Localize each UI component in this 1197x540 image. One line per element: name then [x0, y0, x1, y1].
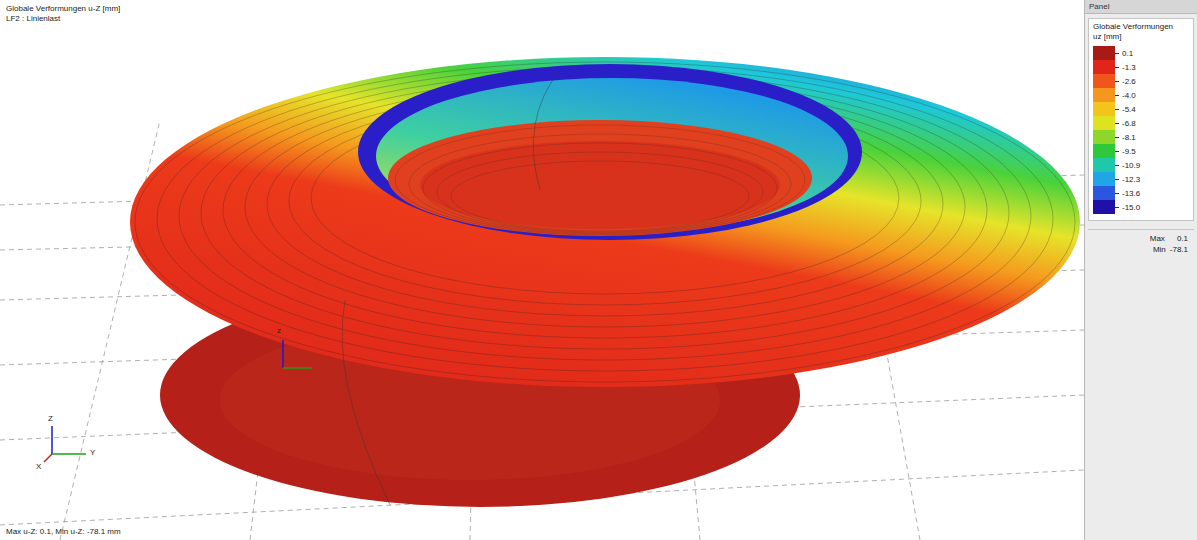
max-row: Max 0.1 — [1094, 234, 1188, 243]
viewport-footer: Max u-Z: 0.1, Min u-Z: -78.1 mm — [0, 527, 1084, 540]
scale-tick — [1115, 81, 1119, 82]
scale-tick — [1115, 109, 1119, 110]
scale-swatch — [1093, 60, 1115, 74]
scale-tick — [1115, 165, 1119, 166]
scale-value: -1.3 — [1122, 63, 1136, 72]
min-value: -78.1 — [1170, 245, 1188, 254]
scale-tick — [1115, 67, 1119, 68]
load-case-label: LF2 : Linienlast — [6, 14, 1078, 24]
scale-row: -9.5 — [1093, 144, 1189, 158]
scale-row: -10.9 — [1093, 158, 1189, 172]
scale-value: -6.8 — [1122, 119, 1136, 128]
scale-value: 0.1 — [1122, 49, 1133, 58]
result-title: Globale Verformungen u-Z [mm] — [6, 4, 1078, 14]
scale-row: -8.1 — [1093, 130, 1189, 144]
scale-value: -10.9 — [1122, 161, 1140, 170]
scale-value: -2.6 — [1122, 77, 1136, 86]
model-axis-label: z — [277, 326, 281, 335]
scale-tick — [1115, 207, 1119, 208]
scale-row: -4.0 — [1093, 88, 1189, 102]
scale-tick — [1115, 179, 1119, 180]
color-scale: 0.1 -1.3 -2.6 -4.0 -5.4 -6.8 -8.1 -9.5 -10.9 -12.… — [1093, 46, 1189, 214]
scale-row: -15.0 — [1093, 200, 1189, 214]
scale-value: -8.1 — [1122, 133, 1136, 142]
scale-tick — [1115, 95, 1119, 96]
scale-swatch — [1093, 158, 1115, 172]
scale-swatch — [1093, 116, 1115, 130]
scale-swatch — [1093, 200, 1115, 214]
scale-swatch — [1093, 102, 1115, 116]
scale-tick — [1115, 53, 1119, 54]
scale-row: -6.8 — [1093, 116, 1189, 130]
panel-title: Panel — [1085, 0, 1197, 14]
scale-value: -9.5 — [1122, 147, 1136, 156]
scale-tick — [1115, 193, 1119, 194]
scale-row: -5.4 — [1093, 102, 1189, 116]
scale-swatch — [1093, 74, 1115, 88]
legend-unit: uz [mm] — [1093, 32, 1189, 42]
color-legend: Globale Verformungenuz [mm] 0.1 -1.3 -2.6 -4… — [1088, 18, 1194, 221]
legend-panel: Panel Globale Verformungenuz [mm] 0.1 -1.3 -… — [1084, 0, 1197, 540]
scale-tick — [1115, 137, 1119, 138]
scale-row: -2.6 — [1093, 74, 1189, 88]
scale-value: -15.0 — [1122, 203, 1140, 212]
scale-row: -12.3 — [1093, 172, 1189, 186]
min-row: Min -78.1 — [1094, 245, 1188, 254]
scale-swatch — [1093, 144, 1115, 158]
summary-label: Max u-Z: 0.1, Min u-Z: -78.1 mm — [6, 527, 1078, 537]
deformation-model[interactable] — [0, 0, 1084, 540]
scale-swatch — [1093, 88, 1115, 102]
scale-tick — [1115, 123, 1119, 124]
max-value: 0.1 — [1177, 234, 1188, 243]
max-label: Max — [1150, 234, 1165, 243]
scale-row: 0.1 — [1093, 46, 1189, 60]
scale-row: -13.6 — [1093, 186, 1189, 200]
min-label: Min — [1153, 245, 1166, 254]
axis-label: X — [36, 462, 41, 471]
axis-label: Z — [48, 414, 53, 423]
scale-value: -12.3 — [1122, 175, 1140, 184]
scale-value: -13.6 — [1122, 189, 1140, 198]
scale-value: -4.0 — [1122, 91, 1136, 100]
scale-swatch — [1093, 130, 1115, 144]
model-viewport[interactable]: Globale Verformungen u-Z [mm]LF2 : Linie… — [0, 0, 1084, 540]
scale-tick — [1115, 151, 1119, 152]
viewport-header: Globale Verformungen u-Z [mm]LF2 : Linie… — [0, 0, 1084, 28]
scale-swatch — [1093, 172, 1115, 186]
scale-swatch — [1093, 46, 1115, 60]
legend-title: Globale Verformungen — [1093, 22, 1189, 32]
scale-swatch — [1093, 186, 1115, 200]
scale-value: -5.4 — [1122, 105, 1136, 114]
axis-label: Y — [90, 448, 95, 457]
min-max-box: Max 0.1 Min -78.1 — [1088, 229, 1194, 258]
scale-row: -1.3 — [1093, 60, 1189, 74]
